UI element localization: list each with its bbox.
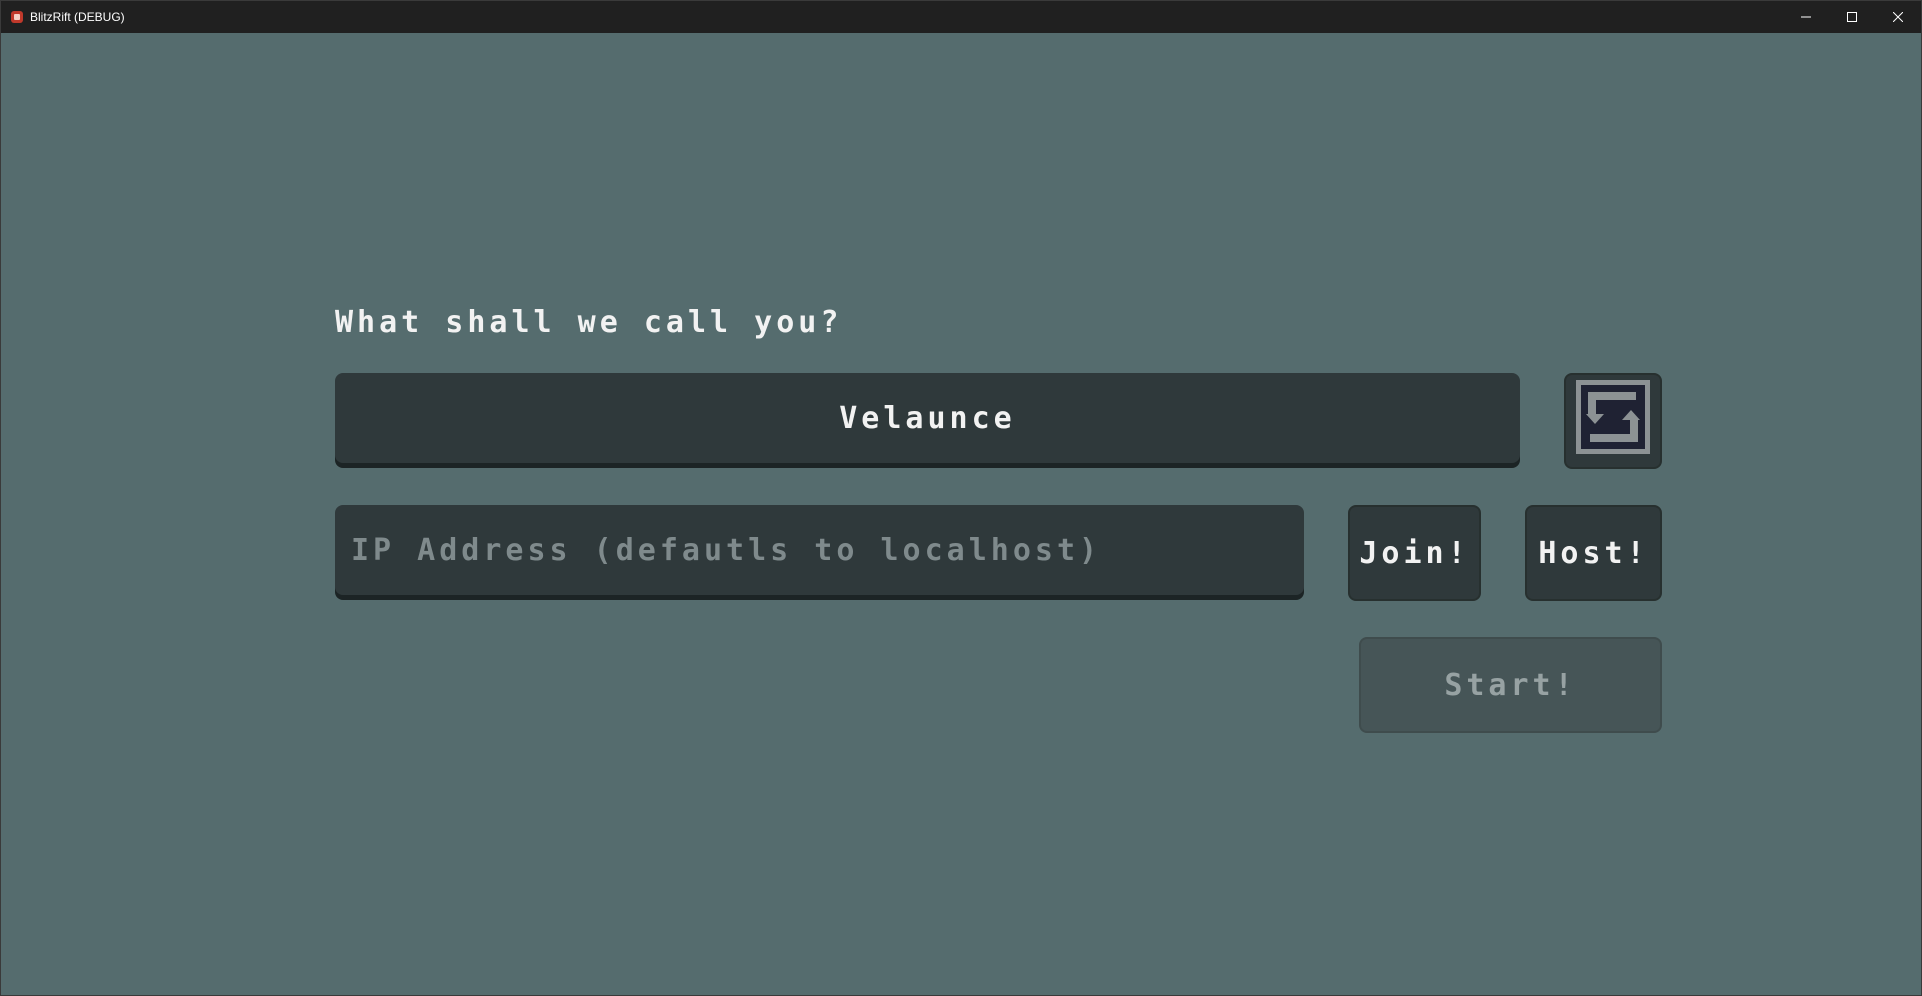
app-icon — [10, 10, 24, 24]
title-bar[interactable]: BlitzRift (DEBUG) — [1, 1, 1921, 33]
name-field[interactable]: Velaunce — [335, 373, 1520, 463]
close-icon — [1893, 12, 1903, 22]
maximize-icon — [1847, 12, 1857, 22]
minimize-button[interactable] — [1783, 1, 1829, 33]
name-prompt: What shall we call you? — [335, 305, 843, 340]
window-title: BlitzRift (DEBUG) — [30, 10, 125, 24]
maximize-button[interactable] — [1829, 1, 1875, 33]
join-button[interactable]: Join! — [1348, 505, 1481, 601]
app-window: BlitzRift (DEBUG) What shall we call you… — [0, 0, 1922, 996]
ip-address-placeholder: IP Address (defautls to localhost) — [351, 532, 1102, 568]
randomize-name-icon — [1576, 380, 1650, 462]
start-button[interactable]: Start! — [1359, 637, 1662, 733]
randomize-name-button[interactable] — [1564, 373, 1662, 469]
window-controls — [1783, 1, 1921, 33]
ip-address-field[interactable]: IP Address (defautls to localhost) — [335, 505, 1304, 595]
name-value: Velaunce — [839, 400, 1016, 436]
main-content: What shall we call you? Velaunce IP Addr… — [1, 33, 1921, 995]
host-button[interactable]: Host! — [1525, 505, 1662, 601]
minimize-icon — [1801, 12, 1811, 22]
close-button[interactable] — [1875, 1, 1921, 33]
